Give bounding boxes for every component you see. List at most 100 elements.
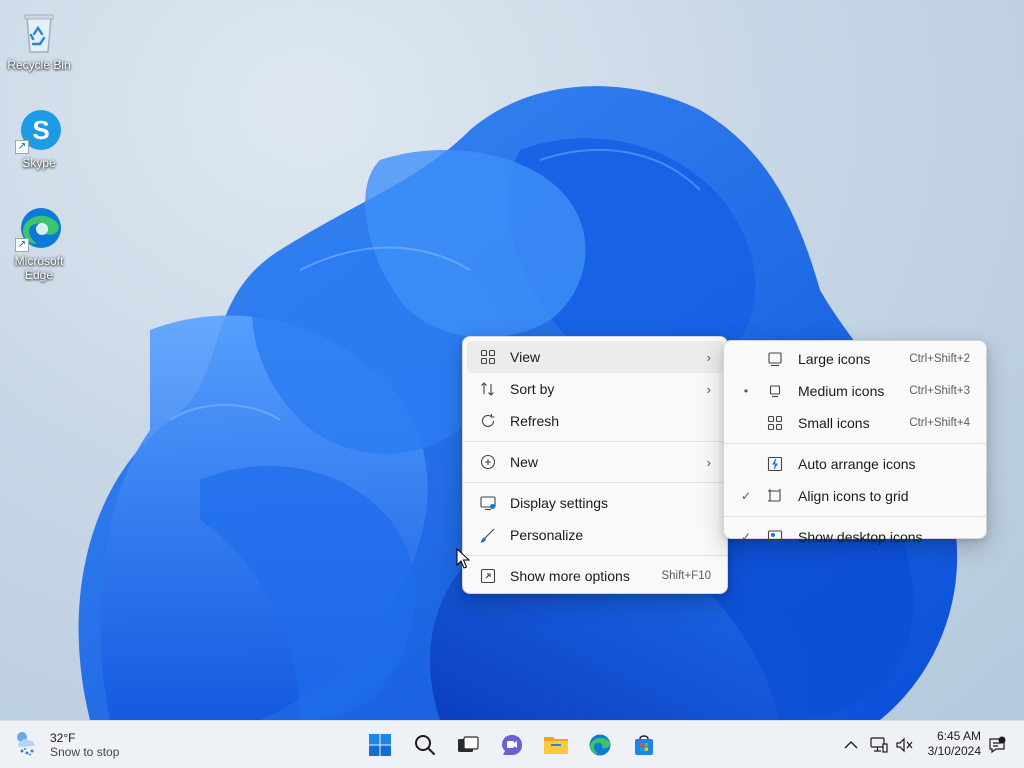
auto-arrange-icon <box>764 455 786 473</box>
submenu-item-label: Medium icons <box>798 383 885 399</box>
menu-item-label: Personalize <box>510 527 584 543</box>
volume-muted-icon <box>896 737 913 753</box>
clock-time: 6:45 AM <box>936 729 981 743</box>
volume-button[interactable] <box>894 733 916 757</box>
view-submenu: Large icons Ctrl+Shift+2 • Medium icons … <box>723 340 987 545</box>
large-icons-icon <box>764 350 786 368</box>
submenu-item-label: Auto arrange icons <box>798 456 916 472</box>
brush-icon <box>477 526 499 544</box>
menu-separator <box>463 482 727 483</box>
start-button[interactable] <box>362 727 398 763</box>
menu-item-new[interactable]: New › <box>467 446 723 478</box>
taskbar: 32°F Snow to stop 6:45 AM 3/10/2024 <box>0 720 1024 768</box>
small-icons-icon <box>764 414 786 432</box>
submenu-item-show-desktop-icons[interactable]: ✓ Show desktop icons <box>728 521 982 553</box>
sort-icon <box>477 380 499 398</box>
start-icon <box>369 734 391 756</box>
menu-item-personalize[interactable]: Personalize <box>467 519 723 551</box>
desktop-icon-skype[interactable]: S ↗ Skype <box>4 106 74 170</box>
display-icon <box>477 494 499 512</box>
submenu-item-small-icons[interactable]: Small icons Ctrl+Shift+4 <box>728 407 982 439</box>
show-desktop-icon <box>764 528 786 546</box>
menu-separator <box>724 516 986 517</box>
desktop-icon-edge[interactable]: ↗ Microsoft Edge <box>4 204 74 282</box>
desktop-icon-label: Microsoft Edge <box>14 254 64 282</box>
show-hidden-icons-button[interactable] <box>842 733 860 757</box>
menu-separator <box>463 441 727 442</box>
menu-item-label: Show more options <box>510 568 630 584</box>
store-button[interactable] <box>626 727 662 763</box>
submenu-item-label: Large icons <box>798 351 871 367</box>
menu-item-label: Refresh <box>510 413 560 429</box>
menu-item-refresh[interactable]: Refresh <box>467 405 723 437</box>
weather-condition: Snow to stop <box>50 745 120 759</box>
search-icon <box>415 735 435 755</box>
file-explorer-button[interactable] <box>538 727 574 763</box>
desktop-icon-label: Recycle Bin <box>7 58 71 72</box>
submenu-item-auto-arrange[interactable]: Auto arrange icons <box>728 448 982 480</box>
selected-bullet: • <box>743 384 749 398</box>
search-button[interactable] <box>407 727 443 763</box>
weather-widget[interactable]: 32°F Snow to stop <box>14 727 119 763</box>
submenu-item-shortcut: Ctrl+Shift+2 <box>909 353 970 365</box>
recycle-bin-icon <box>15 8 63 56</box>
menu-separator <box>463 555 727 556</box>
submenu-item-shortcut: Ctrl+Shift+3 <box>909 385 970 397</box>
menu-item-label: Display settings <box>510 495 609 511</box>
grid-icon <box>477 348 499 366</box>
menu-item-show-more-options[interactable]: Show more options Shift+F10 <box>467 560 723 592</box>
check-mark: ✓ <box>740 530 752 544</box>
chevron-up-icon <box>844 741 858 749</box>
menu-item-label: View <box>510 349 541 365</box>
submenu-item-label: Align icons to grid <box>798 488 909 504</box>
chevron-right-icon: › <box>706 381 711 397</box>
weather-temperature: 32°F <box>50 731 76 745</box>
shortcut-arrow-icon: ↗ <box>15 238 29 252</box>
notifications-icon <box>989 736 1006 754</box>
submenu-item-align-to-grid[interactable]: ✓ Align icons to grid <box>728 480 982 512</box>
align-grid-icon <box>764 487 786 505</box>
clock-date: 3/10/2024 <box>927 744 981 758</box>
plus-circle-icon <box>477 453 499 471</box>
more-options-icon <box>477 567 499 585</box>
mouse-cursor-icon <box>456 548 470 569</box>
menu-item-sort-by[interactable]: Sort by › <box>467 373 723 405</box>
refresh-icon <box>477 412 499 430</box>
svg-text:S: S <box>32 115 49 145</box>
check-mark: ✓ <box>740 489 752 503</box>
submenu-item-shortcut: Ctrl+Shift+4 <box>909 417 970 429</box>
desktop-context-menu: View › Sort by › Refresh New › Display s… <box>462 336 728 594</box>
store-icon <box>635 735 653 755</box>
desktop-icon-label: Skype <box>22 156 56 170</box>
menu-separator <box>724 443 986 444</box>
task-view-button[interactable] <box>450 727 486 763</box>
network-button[interactable] <box>868 733 890 757</box>
skype-icon: S ↗ <box>15 106 63 154</box>
submenu-item-label: Small icons <box>798 415 870 431</box>
submenu-item-medium-icons[interactable]: • Medium icons Ctrl+Shift+3 <box>728 375 982 407</box>
task-view-icon <box>458 736 479 752</box>
desktop-icon-recycle-bin[interactable]: Recycle Bin <box>4 8 74 72</box>
chat-icon <box>502 735 522 755</box>
submenu-item-label: Show desktop icons <box>798 529 923 545</box>
desktop[interactable]: Recycle Bin S ↗ Skype ↗ Microsoft Edge V… <box>0 0 1024 720</box>
file-explorer-icon <box>544 737 568 754</box>
edge-icon <box>589 734 611 756</box>
shortcut-arrow-icon: ↗ <box>15 140 29 154</box>
menu-item-display-settings[interactable]: Display settings <box>467 487 723 519</box>
chevron-right-icon: › <box>706 349 711 365</box>
network-icon <box>870 737 888 753</box>
menu-item-view[interactable]: View › <box>467 341 723 373</box>
clock[interactable]: 6:45 AM 3/10/2024 <box>928 729 981 759</box>
menu-item-label: New <box>510 454 539 470</box>
menu-item-shortcut: Shift+F10 <box>661 570 711 582</box>
snow-cloud-icon <box>14 729 42 762</box>
edge-icon: ↗ <box>15 204 63 252</box>
chat-button[interactable] <box>494 727 530 763</box>
menu-item-label: Sort by <box>510 381 555 397</box>
notifications-button[interactable] <box>986 733 1008 757</box>
medium-icons-icon <box>764 382 786 400</box>
edge-taskbar-button[interactable] <box>582 727 618 763</box>
submenu-item-large-icons[interactable]: Large icons Ctrl+Shift+2 <box>728 343 982 375</box>
chevron-right-icon: › <box>706 454 711 470</box>
